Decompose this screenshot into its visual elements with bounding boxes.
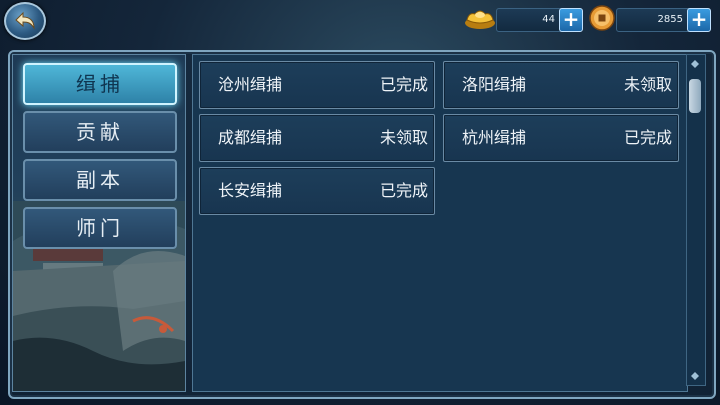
copper-coin-icon: [589, 5, 615, 31]
back-button[interactable]: [4, 2, 46, 40]
quest-card[interactable]: 长安缉捕 已完成: [199, 167, 435, 215]
quest-list: 沧州缉捕 已完成 洛阳缉捕 未领取 成都缉捕 未领取 杭州缉捕 已完成 长安缉捕…: [192, 54, 688, 392]
quest-status: 已完成: [623, 128, 672, 147]
quest-status: 未领取: [379, 128, 428, 147]
scroll-thumb[interactable]: [689, 79, 701, 113]
scroll-top-ornament: [687, 57, 703, 71]
quest-card[interactable]: 洛阳缉捕 未领取: [443, 61, 679, 109]
tab-sect[interactable]: 师门: [23, 207, 177, 249]
quest-status: 已完成: [379, 75, 428, 94]
gold-ingot-icon: [465, 10, 495, 29]
quest-name: 长安缉捕: [218, 181, 283, 200]
quest-name: 成都缉捕: [218, 128, 283, 147]
scrollbar[interactable]: [686, 54, 706, 386]
tab-arrest[interactable]: 缉捕: [23, 63, 177, 105]
coin-counter: 2855 +: [616, 8, 711, 32]
quest-card[interactable]: 杭州缉捕 已完成: [443, 114, 679, 162]
tab-dungeon[interactable]: 副本: [23, 159, 177, 201]
scroll-bottom-ornament: [687, 369, 703, 383]
quest-card[interactable]: 沧州缉捕 已完成: [199, 61, 435, 109]
quest-name: 沧州缉捕: [218, 75, 283, 94]
add-coin-button[interactable]: +: [687, 8, 711, 32]
quest-status: 已完成: [379, 181, 428, 200]
quest-name: 洛阳缉捕: [462, 75, 527, 94]
quest-card[interactable]: 成都缉捕 未领取: [199, 114, 435, 162]
return-arrow-icon: [15, 11, 35, 30]
tab-column: 缉捕 贡献 副本 师门: [12, 54, 186, 392]
add-gold-button[interactable]: +: [559, 8, 583, 32]
gold-value: 44: [542, 14, 555, 25]
quest-status: 未领取: [623, 75, 672, 94]
tab-contribution[interactable]: 贡献: [23, 111, 177, 153]
quest-name: 杭州缉捕: [462, 128, 527, 147]
coin-value: 2855: [657, 14, 683, 25]
gold-counter: 44 +: [496, 8, 583, 32]
